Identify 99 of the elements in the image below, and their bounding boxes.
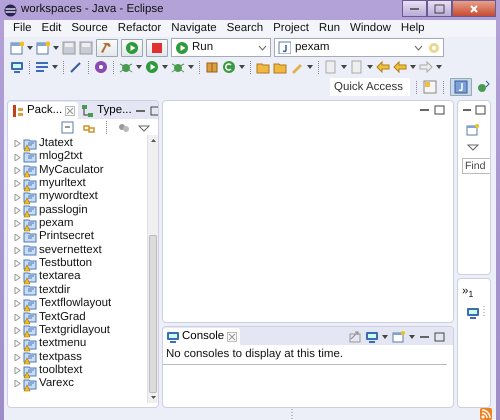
maximize-icon[interactable] <box>434 332 445 342</box>
chevron-icon <box>258 44 267 50</box>
close-icon <box>468 4 480 14</box>
run-button[interactable] <box>121 38 143 56</box>
run-icon <box>175 41 188 54</box>
maximize-button[interactable] <box>427 0 452 17</box>
menu-item[interactable]: Source <box>66 20 113 38</box>
caret-icon[interactable] <box>341 65 347 69</box>
project-name[interactable]: Printsecret <box>39 228 94 246</box>
caret-icon[interactable] <box>367 65 373 69</box>
expand-arrow-icon[interactable] <box>14 340 21 348</box>
build-button[interactable] <box>96 38 118 56</box>
menu-item[interactable]: Help <box>396 20 430 38</box>
view-menu-icon[interactable] <box>467 142 479 151</box>
sphere-icon[interactable] <box>94 60 108 74</box>
stop-button[interactable] <box>146 38 168 56</box>
maximize-icon[interactable] <box>150 106 158 116</box>
overflow-count: 1 <box>468 288 474 301</box>
find-field[interactable]: Find <box>462 158 490 174</box>
open-perspective-icon[interactable] <box>423 80 437 94</box>
console-message: No consoles to display at this time. <box>163 345 447 366</box>
close-button[interactable] <box>452 0 496 17</box>
caret-icon[interactable] <box>136 65 142 69</box>
caret-icon[interactable] <box>53 46 59 50</box>
menu-item[interactable]: File <box>8 20 37 38</box>
expand-arrow-icon[interactable] <box>14 314 21 321</box>
overflow-chevron[interactable]: » <box>462 283 468 300</box>
menu-item[interactable]: Window <box>345 20 396 38</box>
run-icon[interactable] <box>145 60 159 74</box>
menu-item[interactable]: Navigate <box>166 20 222 38</box>
menu-item[interactable]: Search <box>222 20 268 38</box>
java-file-icon <box>278 41 291 54</box>
collapse-all-icon[interactable] <box>61 120 74 134</box>
view-tab[interactable]: Type... <box>78 102 135 119</box>
pen-icon[interactable] <box>69 60 83 74</box>
save-all-icon[interactable] <box>79 40 93 54</box>
feed-icon[interactable] <box>480 408 492 420</box>
window-title: workspaces - Java - Eclipse <box>21 2 164 18</box>
view-tab[interactable]: Console <box>163 328 240 345</box>
caret-icon[interactable] <box>188 65 194 69</box>
caret-icon[interactable] <box>307 65 313 69</box>
expand-arrow-icon[interactable] <box>14 220 21 228</box>
maximize-icon <box>434 4 446 14</box>
menu-item[interactable]: Edit <box>36 20 66 38</box>
console-icon[interactable] <box>466 306 479 318</box>
expand-arrow-icon[interactable] <box>14 206 21 214</box>
expand-arrow-icon[interactable] <box>14 260 21 268</box>
caret-icon[interactable] <box>52 65 58 69</box>
expand-arrow-icon[interactable] <box>14 180 21 188</box>
expand-arrow-icon[interactable] <box>14 326 21 334</box>
expand-arrow-icon[interactable] <box>14 367 21 374</box>
new-file-icon[interactable] <box>36 40 50 54</box>
chevron-icon <box>414 44 423 50</box>
menu-item[interactable]: Project <box>268 20 314 38</box>
caret-icon[interactable] <box>162 65 168 69</box>
maximize-icon[interactable] <box>475 105 486 115</box>
quick-access-field[interactable]: Quick Access <box>330 78 410 96</box>
display-console-icon[interactable] <box>365 330 378 343</box>
scrollbar[interactable] <box>147 135 158 403</box>
expand-arrow-icon[interactable] <box>14 246 21 254</box>
maximize-icon[interactable] <box>434 105 445 115</box>
caret-icon[interactable] <box>436 65 442 69</box>
view-menu-icon[interactable] <box>138 122 150 132</box>
hammer-icon <box>100 40 114 54</box>
new-console-icon[interactable] <box>392 330 405 343</box>
menu-item[interactable]: Run <box>314 20 345 38</box>
play-icon <box>125 40 139 54</box>
expand-arrow-icon[interactable] <box>14 194 21 201</box>
class-icon[interactable] <box>222 60 236 74</box>
close-icon[interactable] <box>65 106 76 116</box>
java-icon <box>454 80 468 94</box>
expand-arrow-icon[interactable] <box>14 274 21 281</box>
expand-arrow-icon[interactable] <box>14 286 21 294</box>
caret-icon[interactable] <box>409 334 415 338</box>
hierarchy-icon <box>81 104 94 118</box>
monitor-icon[interactable] <box>10 60 24 74</box>
launch-mode-dropdown[interactable]: Run <box>171 38 271 57</box>
minimize-button[interactable] <box>402 0 427 17</box>
expand-arrow-icon[interactable] <box>14 234 21 241</box>
scrollbar-thumb[interactable] <box>149 235 157 393</box>
caret-icon[interactable] <box>27 46 33 50</box>
view-tab[interactable]: Pack... <box>8 102 78 119</box>
stop-icon <box>150 40 164 54</box>
new-file-icon[interactable] <box>10 40 24 54</box>
expand-arrow-icon[interactable] <box>14 166 21 174</box>
expand-arrow-icon[interactable] <box>14 140 21 148</box>
expand-arrow-icon[interactable] <box>14 354 21 361</box>
caret-icon[interactable] <box>382 334 388 338</box>
launch-config-dropdown[interactable]: pexam <box>274 38 444 57</box>
expand-arrow-icon[interactable] <box>14 154 21 161</box>
expand-arrow-icon[interactable] <box>14 380 21 388</box>
menu-item[interactable]: Refactor <box>112 20 166 38</box>
close-icon[interactable] <box>227 332 238 342</box>
caret-icon[interactable] <box>410 65 416 69</box>
caret-icon[interactable] <box>239 65 245 69</box>
java-perspective-button[interactable] <box>450 78 472 96</box>
console-icon <box>166 330 179 343</box>
list-icon[interactable] <box>35 60 49 74</box>
expand-arrow-icon[interactable] <box>14 300 21 308</box>
